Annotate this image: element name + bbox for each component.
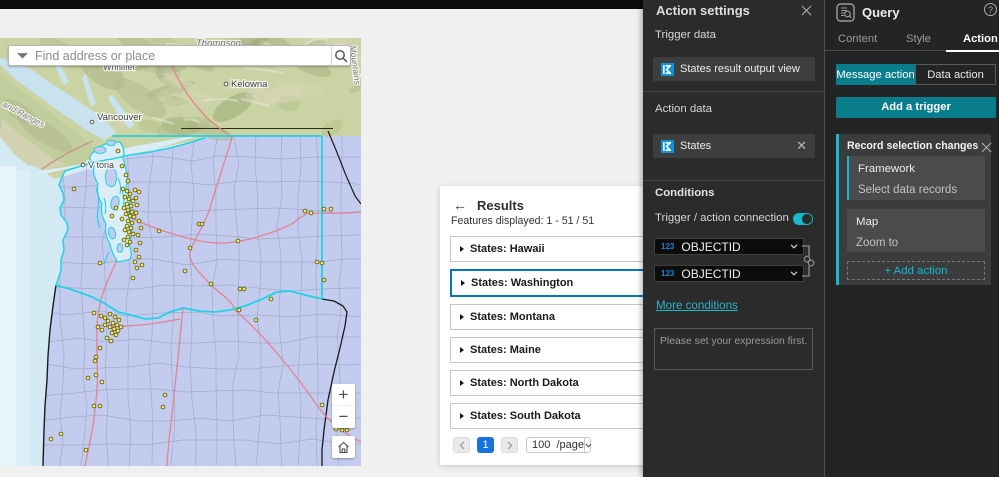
svg-text:Kelowna: Kelowna (231, 79, 268, 90)
svg-text:Vancouver: Vancouver (97, 112, 142, 123)
svg-text:V toria: V toria (88, 160, 114, 170)
